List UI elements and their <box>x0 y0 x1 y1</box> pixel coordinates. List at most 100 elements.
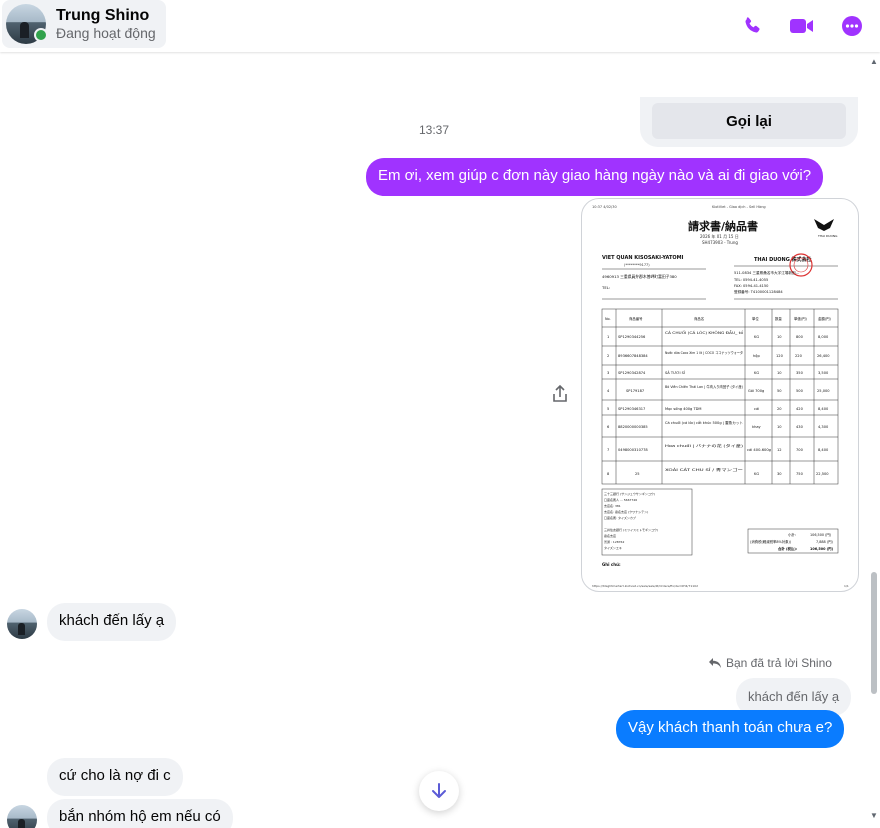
contact-status: Đang hoạt động <box>56 25 156 42</box>
online-status-dot <box>34 28 48 42</box>
doc-cell: Nước dừa Coco Xim 1 lít | COCO ココナッツウォータ <box>665 350 743 355</box>
reply-label: Bạn đã trả lời Shino <box>726 656 832 670</box>
doc-cell: 25,000 <box>817 389 830 393</box>
doc-cell: 420 <box>796 407 804 411</box>
invoice-image[interactable]: 10:37 4/02/30 KiotViet - Giao dịch - Sel… <box>581 198 859 592</box>
doc-cell: 25 <box>635 472 640 476</box>
doc-bank-line: 口座名義: タイズンカブ <box>604 515 636 520</box>
doc-footer-page: 1/1 <box>844 584 849 588</box>
doc-cell: KG <box>754 371 759 375</box>
doc-cell: Mọc sống 400g TDM <box>665 407 702 411</box>
contact-avatar-small[interactable] <box>7 609 37 639</box>
contact-info[interactable]: Trung Shino Đang hoạt động <box>2 0 166 48</box>
doc-cell: 750 <box>796 472 804 476</box>
header-actions <box>736 10 868 42</box>
doc-total-label: (消費税(軽減税率8%対象)) <box>750 539 792 544</box>
doc-cell: 8,000 <box>818 335 829 339</box>
doc-title: 請求書/納品書 <box>688 219 758 233</box>
doc-cell: 800 <box>796 335 804 339</box>
doc-cell: 500 <box>796 389 804 393</box>
invoice-document: 10:37 4/02/30 KiotViet - Giao dịch - Sel… <box>592 205 849 588</box>
doc-cell: Bò Viên Chiên Thái Lan | 牛肉入り肉団子 (タイ産) <box>665 384 744 389</box>
doc-cell: 6 <box>607 425 610 429</box>
doc-cell: 8936607848384 <box>618 354 648 358</box>
doc-bank-line: タイズンエキ <box>604 545 622 550</box>
arrow-down-icon <box>432 783 446 798</box>
incoming-message[interactable]: bắn nhóm hộ em nếu có <box>47 799 233 828</box>
doc-col-header: 数量 <box>775 316 782 321</box>
doc-bank-line: 支店名: 381 <box>604 503 621 508</box>
doc-cell: hộp <box>753 354 760 358</box>
doc-code: SH473903 - Trung <box>702 240 738 245</box>
doc-cell: Gói 700g <box>748 389 764 393</box>
doc-cell: 7 <box>607 448 609 452</box>
doc-cell: cái <box>754 407 759 411</box>
doc-seller-line: 登録番号: T4100001128484 <box>734 289 783 294</box>
doc-cell: KG <box>754 472 759 476</box>
doc-cell: 10 <box>777 425 782 429</box>
doc-cell: 430 <box>796 425 804 429</box>
doc-seller-line: TEL: 0594-41-4055 <box>733 278 768 282</box>
doc-col-header: No. <box>605 317 611 321</box>
doc-col-header: 単位 <box>752 316 759 321</box>
doc-bank-line: 三井住友銀行 (ミツイスミトモギンコウ) <box>604 527 658 532</box>
incoming-message[interactable]: cứ cho là nợ đi c <box>47 758 183 796</box>
doc-col-header: 商品名 <box>694 316 704 321</box>
doc-cell: 22,500 <box>816 472 829 476</box>
doc-cell: 700 <box>796 448 804 452</box>
contact-name: Trung Shino <box>56 6 150 24</box>
doc-cell: 10 <box>777 335 782 339</box>
doc-buyer-tel: TEL: <box>601 285 610 290</box>
doc-buyer-name: VIET QUAN KISOSAKI-YATOMI <box>602 255 684 261</box>
doc-footer-url: https://tdsghtmartart.kiotviet.vn/sale/s… <box>592 584 698 588</box>
doc-total-label: 合計 (税込): <box>777 546 797 551</box>
doc-cell: 120 <box>776 354 784 358</box>
doc-buyer-addr: 4960913 三重県員弁郡木曽岬町富田子380 <box>602 274 677 279</box>
scrollbar[interactable]: ▲ ▼ <box>868 52 880 828</box>
outgoing-message[interactable]: Em ơi, xem giúp c đơn này giao hàng ngày… <box>366 158 824 196</box>
phone-call-button[interactable] <box>736 10 768 42</box>
doc-total-label: 小計: <box>788 532 796 537</box>
doc-cell: 12 <box>777 448 782 452</box>
more-options-button[interactable] <box>836 10 868 42</box>
video-call-button[interactable] <box>786 10 818 42</box>
doc-cell: 5 <box>607 407 609 411</box>
outgoing-message[interactable]: Vậy khách thanh toán chưa e? <box>616 710 845 748</box>
doc-cell: 8,400 <box>818 407 829 411</box>
call-card: Gọi lại <box>640 97 858 147</box>
doc-cell: Cá chuối (cá lóc) cắt khúc 500g | 雷魚カット <box>665 420 743 425</box>
doc-cell: 4,300 <box>818 425 829 429</box>
doc-cell: 0498000310778 <box>618 448 648 452</box>
doc-cell: 8820000000385 <box>618 425 648 429</box>
reply-icon <box>709 658 721 668</box>
doc-cell: SP179187 <box>626 389 644 393</box>
doc-cell: 220 <box>795 354 803 358</box>
chat-header: Trung Shino Đang hoạt động <box>0 0 880 52</box>
message-list[interactable]: Gọi lại 13:37 Em ơi, xem giúp c đơn này … <box>0 52 868 828</box>
scroll-to-bottom-button[interactable] <box>419 771 459 811</box>
doc-cell: 4 <box>607 389 610 393</box>
doc-cell: KG <box>754 335 759 339</box>
doc-cell: 50 <box>777 389 782 393</box>
doc-cell: 2 <box>607 354 609 358</box>
doc-cell: Hoa chuối | バナナの花 (タイ産) <box>665 443 744 448</box>
scroll-up-arrow-icon[interactable]: ▲ <box>870 58 878 66</box>
incoming-message[interactable]: khách đến lấy ạ <box>47 603 177 641</box>
contact-avatar-small[interactable] <box>7 805 37 828</box>
doc-cell: SP1290346317 <box>618 407 645 411</box>
doc-cell: 1 <box>607 335 609 339</box>
share-icon[interactable] <box>550 384 570 404</box>
timestamp: 13:37 <box>418 123 450 137</box>
doc-cell: SP1290342874 <box>618 371 646 375</box>
reply-indicator: Bạn đã trả lời Shino <box>708 656 832 670</box>
scroll-down-arrow-icon[interactable]: ▼ <box>870 812 878 820</box>
scrollbar-thumb[interactable] <box>871 572 877 694</box>
more-icon <box>842 16 862 36</box>
doc-brand: THAI DUONG <box>817 234 838 238</box>
doc-buyer-sub: (********9177) <box>624 263 650 267</box>
doc-cell: SẢ TƯƠI SỈ <box>665 370 685 375</box>
doc-cell: khay <box>752 425 762 429</box>
doc-col-header: 金額(円) <box>818 316 831 321</box>
doc-seller-name: THAI DUONG 株式会社 <box>754 256 812 263</box>
doc-col-header: 単価(円) <box>794 316 807 321</box>
